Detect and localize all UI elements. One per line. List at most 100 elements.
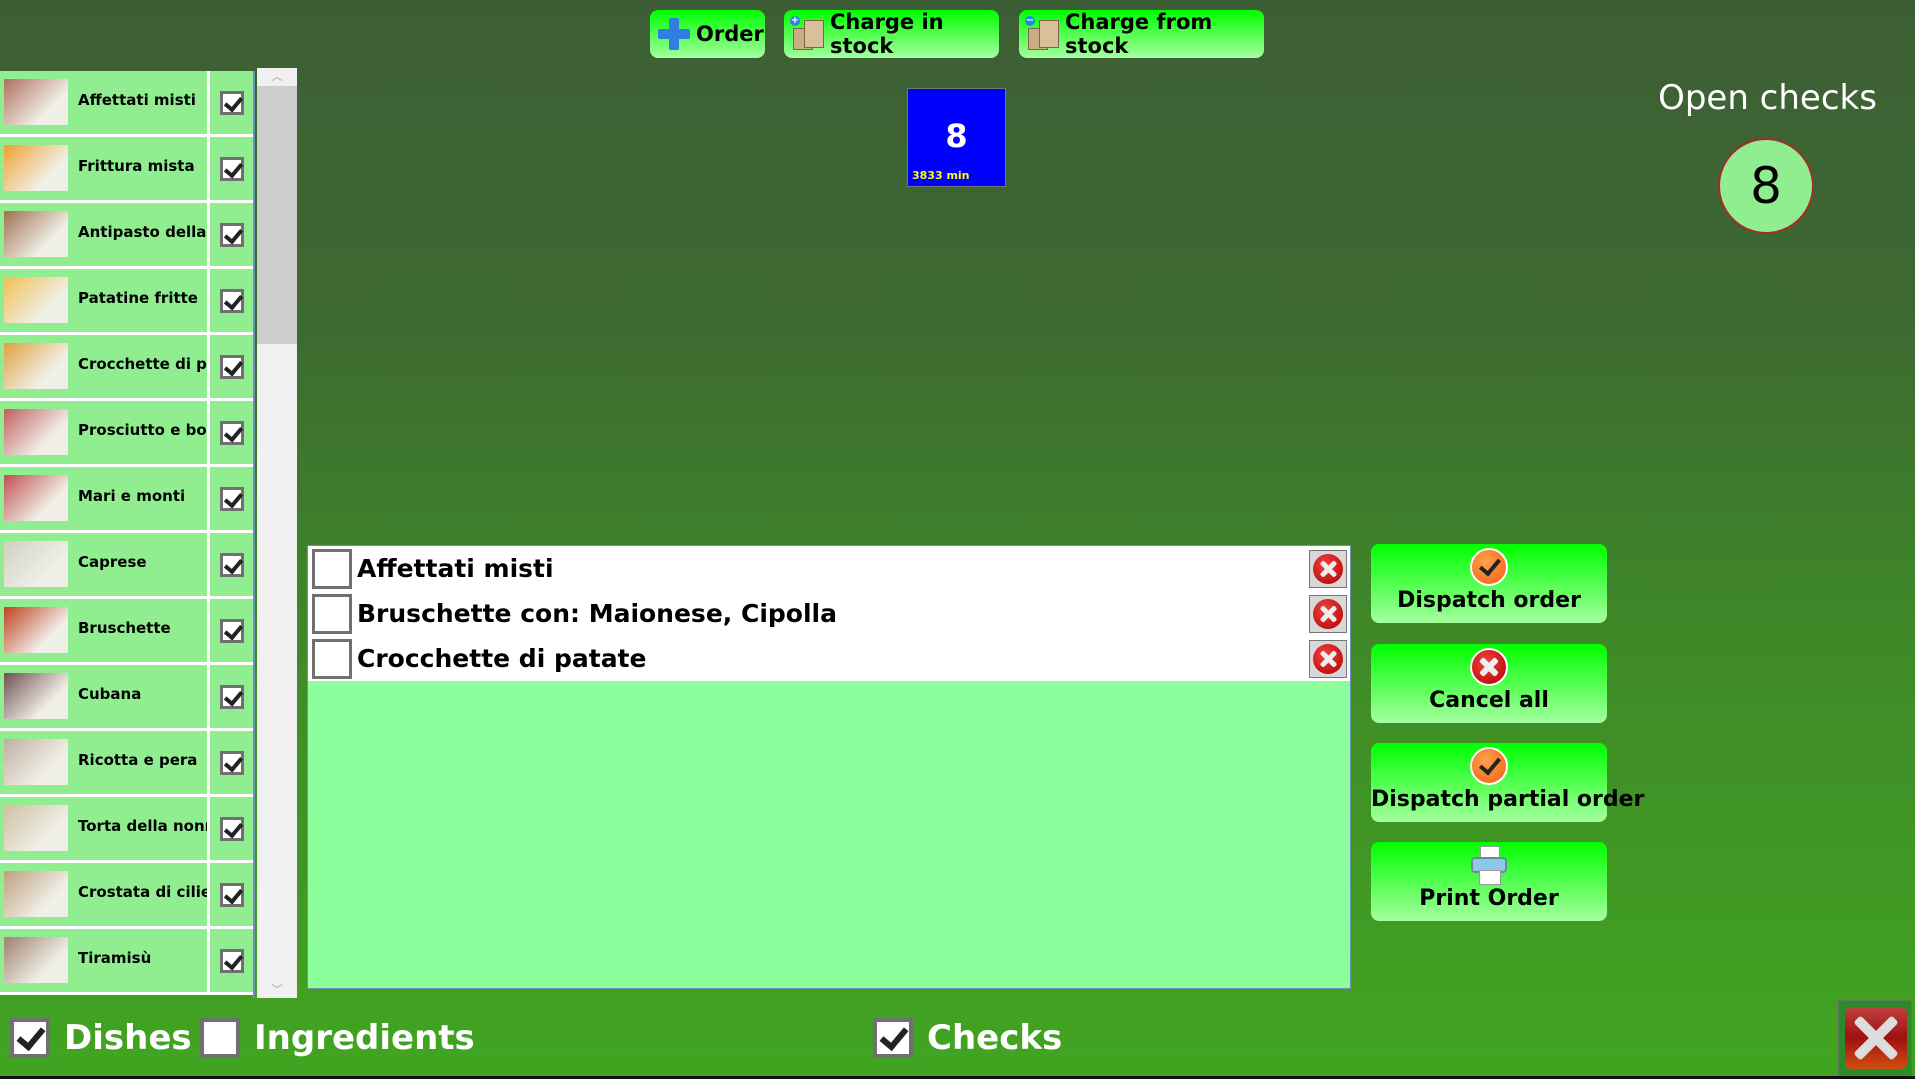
order-item-row[interactable]: Crocchette di patate [308,636,1350,681]
dish-checkbox-cell [207,71,253,134]
check-circle-icon [1470,747,1508,785]
charge-from-stock-button[interactable]: − Charge from stock [1019,10,1264,58]
dish-list-item[interactable]: Bruschette [0,599,253,665]
dish-checkbox-cell [207,665,253,728]
dish-list-item[interactable]: Antipasto della casa [0,203,253,269]
scroll-thumb[interactable] [257,86,297,344]
remove-item-button[interactable] [1309,594,1347,633]
order-item-text: Crocchette di patate [357,644,647,673]
check-tile[interactable]: 8 3833 min [907,88,1006,187]
dish-list-item[interactable]: Frittura mista [0,137,253,203]
scroll-up-icon[interactable]: ︿ [257,68,297,85]
dishes-filter-label: Dishes [64,1018,192,1058]
dish-thumbnail [4,211,68,257]
dish-checkbox[interactable] [219,882,244,907]
dishes-checkbox[interactable] [10,1018,50,1058]
scroll-down-icon[interactable]: ﹀ [257,981,297,998]
ingredients-filter[interactable]: Ingredients [200,1018,475,1058]
order-item-text: Affettati misti [357,554,554,583]
dish-checkbox-cell [207,929,253,992]
dish-checkbox[interactable] [219,750,244,775]
dish-checkbox-cell [207,203,253,266]
dish-list-item[interactable]: Caprese [0,533,253,599]
dish-checkbox-cell [207,467,253,530]
close-button[interactable] [1838,1000,1912,1076]
dish-thumbnail [4,541,68,587]
order-item-checkbox[interactable] [312,638,352,679]
dish-name: Mari e monti [78,487,186,505]
dispatch-order-button[interactable]: Dispatch order [1371,544,1607,623]
dishes-filter[interactable]: Dishes [10,1018,192,1058]
dish-thumbnail [4,79,68,125]
dispatch-order-label: Dispatch order [1397,588,1581,613]
remove-item-button[interactable] [1309,639,1347,678]
checks-checkbox[interactable] [873,1018,913,1058]
dish-list: Affettati misti Frittura mista Antipasto d… [0,71,255,998]
dispatch-partial-order-button[interactable]: Dispatch partial order [1371,743,1644,822]
dish-checkbox[interactable] [219,618,244,643]
order-item-row[interactable]: Bruschette con: Maionese, Cipolla [308,591,1350,636]
cancel-all-label: Cancel all [1429,688,1549,713]
print-order-label: Print Order [1419,886,1559,911]
dish-checkbox-cell [207,533,253,596]
dish-checkbox[interactable] [219,156,244,181]
dish-checkbox[interactable] [219,816,244,841]
dish-list-item[interactable]: Ricotta e pera [0,731,253,797]
print-order-button[interactable]: Print Order [1371,842,1607,921]
dish-checkbox[interactable] [219,486,244,511]
dish-checkbox-cell [207,731,253,794]
dish-checkbox[interactable] [219,222,244,247]
ingredients-checkbox[interactable] [200,1018,240,1058]
dish-thumbnail [4,343,68,389]
dish-list-item[interactable]: Crostata di ciliegie [0,863,253,929]
dish-checkbox[interactable] [219,354,244,379]
cancel-all-button[interactable]: Cancel all [1371,644,1607,723]
dish-name: Cubana [78,685,142,703]
dish-list-item[interactable]: Crocchette di patate [0,335,253,401]
checks-filter-label: Checks [927,1018,1063,1058]
dish-thumbnail [4,871,68,917]
order-item-checkbox[interactable] [312,548,352,589]
ingredients-filter-label: Ingredients [254,1018,475,1058]
order-items-panel: Affettati misti Bruschette con: Maionese,… [307,545,1351,989]
dish-list-item[interactable]: Affettati misti [0,71,253,137]
charge-from-stock-label: Charge from stock [1065,10,1213,58]
dish-list-scrollbar[interactable]: ︿ ﹀ [257,68,297,998]
dish-checkbox[interactable] [219,948,244,973]
dish-checkbox[interactable] [219,684,244,709]
check-elapsed-time: 3833 min [912,169,970,182]
dish-checkbox[interactable] [219,552,244,577]
dish-checkbox[interactable] [219,288,244,313]
checks-filter[interactable]: Checks [873,1018,1062,1058]
dish-list-item[interactable]: Tiramisù [0,929,253,995]
dish-checkbox-cell [207,863,253,926]
dish-list-item[interactable]: Torta della nonna [0,797,253,863]
charge-in-stock-button[interactable]: + Charge in stock [784,10,999,58]
dish-name: Caprese [78,553,147,571]
remove-item-button[interactable] [1309,549,1347,588]
dish-checkbox-cell [207,335,253,398]
order-item-text: Bruschette con: Maionese, Cipolla [357,599,837,628]
dish-thumbnail [4,937,68,983]
dish-name: Prosciutto e bocconcini [78,421,207,439]
order-button[interactable]: Order [650,10,765,58]
dish-checkbox-cell [207,599,253,662]
dish-thumbnail [4,673,68,719]
dish-name: Frittura mista [78,157,195,175]
dish-checkbox-cell [207,401,253,464]
dish-list-item[interactable]: Prosciutto e bocconcini [0,401,253,467]
boxes-add-icon: + [790,16,826,52]
order-item-checkbox[interactable] [312,593,352,634]
order-item-row[interactable]: Affettati misti [308,546,1350,591]
dish-list-item[interactable]: Patatine fritte [0,269,253,335]
dish-list-item[interactable]: Mari e monti [0,467,253,533]
order-button-label: Order [696,22,764,46]
remove-x-icon [1313,643,1343,674]
dish-checkbox[interactable] [219,90,244,115]
printer-icon [1470,846,1508,885]
dish-thumbnail [4,145,68,191]
close-icon [1845,1007,1907,1069]
dish-checkbox[interactable] [219,420,244,445]
dish-list-item[interactable]: Cubana [0,665,253,731]
dish-name: Crocchette di patate [78,355,207,373]
